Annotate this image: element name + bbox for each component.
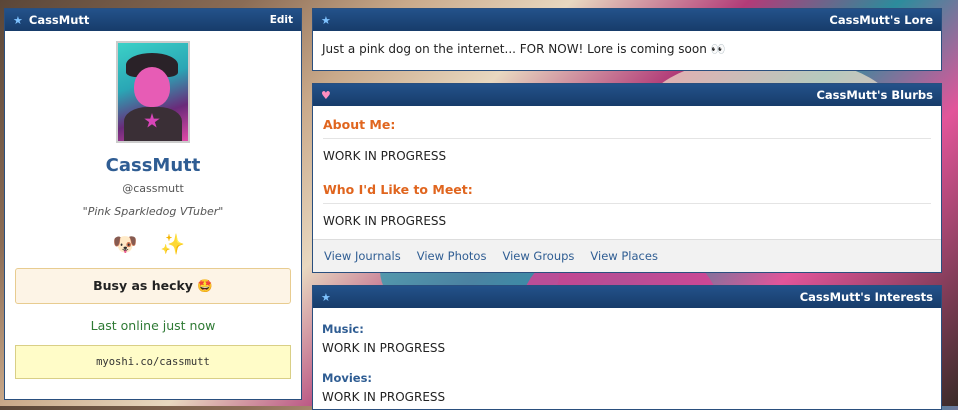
star-icon: ★ — [321, 13, 331, 27]
about-me-text: WORK IN PROGRESS — [323, 149, 447, 163]
profile-panel-header: ★ CassMutt Edit — [5, 9, 301, 31]
interests-panel-title: CassMutt's Interests — [799, 290, 933, 304]
last-online: Last online just now — [90, 318, 216, 333]
who-to-meet-heading: Who I'd Like to Meet: — [323, 171, 931, 204]
profile-url[interactable]: myoshi.co/cassmutt — [15, 345, 291, 379]
profile-panel-title: CassMutt — [28, 13, 90, 27]
status-box: Busy as hecky 🤩 — [15, 268, 291, 304]
star-icon: ★ — [13, 13, 23, 27]
profile-emojis: 🐶 ✨ — [112, 232, 194, 256]
music-value: WORK IN PROGRESS — [322, 341, 446, 355]
blurbs-panel: ♥ CassMutt's Blurbs About Me: WORK IN PR… — [312, 83, 942, 273]
star-icon: ★ — [321, 290, 331, 304]
heart-icon: ♥ — [321, 88, 331, 102]
tagline: "Pink Sparkledog VTuber" — [82, 205, 224, 218]
movies-value: WORK IN PROGRESS — [322, 390, 446, 404]
edit-link[interactable]: Edit — [270, 14, 293, 26]
display-name: CassMutt — [105, 155, 201, 176]
lore-text: Just a pink dog on the internet... FOR N… — [322, 42, 726, 56]
interests-panel: ★ CassMutt's Interests Music: WORK IN PR… — [312, 285, 942, 410]
profile-panel: ★ CassMutt Edit CassMutt @cassmutt "Pink… — [4, 8, 302, 400]
view-photos-link[interactable]: View Photos — [417, 249, 487, 263]
view-journals-link[interactable]: View Journals — [324, 249, 401, 263]
lore-panel-title: CassMutt's Lore — [829, 13, 933, 27]
lore-panel-header: ★ CassMutt's Lore — [313, 9, 941, 31]
profile-links-bar: View Journals View Photos View Groups Vi… — [313, 239, 941, 272]
user-handle: @cassmutt — [122, 182, 184, 195]
blurbs-panel-title: CassMutt's Blurbs — [816, 88, 933, 102]
interests-panel-header: ★ CassMutt's Interests — [313, 286, 941, 308]
about-me-heading: About Me: — [323, 106, 931, 139]
blurbs-panel-header: ♥ CassMutt's Blurbs — [313, 84, 941, 106]
avatar[interactable] — [116, 41, 190, 143]
view-places-link[interactable]: View Places — [590, 249, 658, 263]
who-to-meet-text: WORK IN PROGRESS — [323, 214, 447, 228]
lore-panel: ★ CassMutt's Lore Just a pink dog on the… — [312, 8, 942, 71]
view-groups-link[interactable]: View Groups — [502, 249, 574, 263]
movies-label: Movies: — [322, 371, 373, 385]
music-label: Music: — [322, 322, 364, 336]
